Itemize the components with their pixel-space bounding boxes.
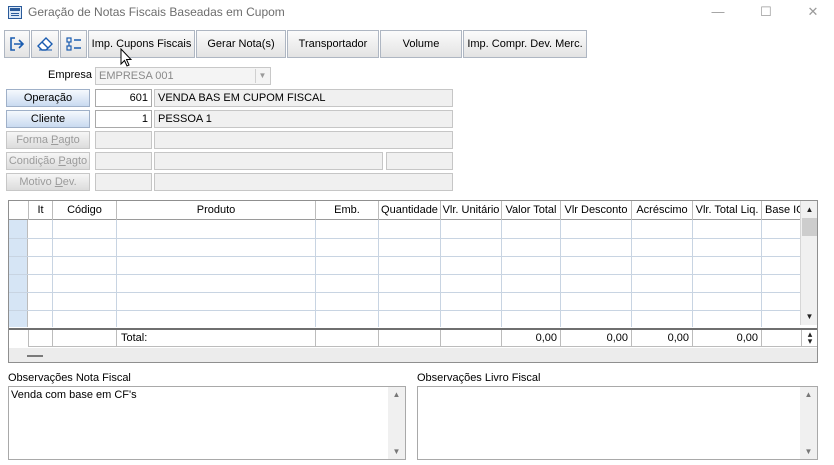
close-button[interactable]: ✕ <box>795 2 831 24</box>
column-header-produto[interactable]: Produto <box>117 201 316 220</box>
observacoes-nota-fiscal-textarea[interactable]: Venda com base em CF's ▲ ▼ <box>8 386 406 460</box>
exit-button[interactable] <box>4 30 30 58</box>
operacao-button[interactable]: Operação <box>6 89 90 107</box>
forma-pagto-description-field <box>154 131 453 149</box>
grid-vertical-scrollbar[interactable]: ▲ ▼ <box>800 201 817 325</box>
volume-button[interactable]: Volume <box>380 30 462 58</box>
scroll-up-icon[interactable]: ▲ <box>388 390 405 399</box>
cliente-code-field[interactable]: 1 <box>95 110 152 128</box>
exit-icon <box>10 37 25 51</box>
window-title: Geração de Notas Fiscais Baseadas em Cup… <box>28 5 285 19</box>
condicao-pagto-description-field <box>154 152 383 170</box>
empresa-value: EMPRESA 001 <box>99 70 174 82</box>
motivo-dev-button: Motivo Dev. <box>6 173 90 191</box>
condicao-pagto-extra-field <box>386 152 453 170</box>
totals-vlr-unitario-cell <box>441 330 502 347</box>
table-row[interactable] <box>9 310 801 311</box>
memo-scrollbar[interactable]: ▲ ▼ <box>388 387 405 459</box>
column-header-acrescimo[interactable]: Acréscimo <box>632 201 693 220</box>
condicao-pagto-code-field <box>95 152 152 170</box>
condicao-pagto-button: Condição Pagto <box>6 152 90 170</box>
totals-vlr-total-liq: 0,00 <box>693 330 762 347</box>
totals-codigo-cell <box>53 330 117 347</box>
memo-scrollbar[interactable]: ▲ ▼ <box>800 387 817 459</box>
clear-button[interactable] <box>31 30 59 58</box>
scroll-down-icon[interactable]: ▼ <box>388 447 405 456</box>
scroll-up-icon[interactable]: ▲ <box>802 202 817 217</box>
table-row[interactable] <box>9 238 801 239</box>
empresa-select[interactable]: EMPRESA 001 ▼ <box>95 67 271 85</box>
table-row[interactable] <box>9 274 801 275</box>
operacao-code-field[interactable]: 601 <box>95 89 152 107</box>
column-header-emb[interactable]: Emb. <box>316 201 379 220</box>
scrollbar-thumb[interactable] <box>802 218 817 236</box>
grid-header: It Código Produto Emb. Quantidade Vlr. U… <box>9 201 802 220</box>
observacoes-nota-fiscal-text: Venda com base em CF's <box>11 389 137 401</box>
totals-emb-cell <box>316 330 379 347</box>
tree-view-button[interactable] <box>60 30 87 58</box>
forma-pagto-code-field <box>95 131 152 149</box>
cliente-button[interactable]: Cliente <box>6 110 90 128</box>
scroll-down-icon[interactable]: ▼ <box>802 309 817 324</box>
chevron-down-icon[interactable]: ▼ <box>255 69 269 83</box>
observacoes-nota-fiscal-label: Observações Nota Fiscal <box>8 372 131 384</box>
observacoes-livro-fiscal-label: Observações Livro Fiscal <box>417 372 541 384</box>
motivo-dev-code-field <box>95 173 152 191</box>
totals-acrescimo: 0,00 <box>632 330 693 347</box>
import-cupons-button[interactable]: Imp. Cupons Fiscais <box>88 30 195 58</box>
grid-header-indicator <box>9 201 29 220</box>
table-row[interactable] <box>9 256 801 257</box>
observacoes-livro-fiscal-textarea[interactable]: ▲ ▼ <box>417 386 818 460</box>
tree-icon <box>65 37 81 51</box>
totals-valor-total: 0,00 <box>502 330 561 347</box>
items-grid[interactable]: It Código Produto Emb. Quantidade Vlr. U… <box>8 200 818 363</box>
title-bar: Geração de Notas Fiscais Baseadas em Cup… <box>0 0 834 28</box>
mouse-cursor-icon <box>120 48 132 67</box>
scroll-up-icon[interactable]: ▲ <box>800 390 817 399</box>
column-header-vlr-desconto[interactable]: Vlr Desconto <box>561 201 632 220</box>
table-row[interactable] <box>9 292 801 293</box>
column-header-quantidade[interactable]: Quantidade <box>379 201 441 220</box>
motivo-dev-description-field <box>154 173 453 191</box>
column-header-vlr-unitario[interactable]: Vlr. Unitário <box>441 201 502 220</box>
totals-it-cell <box>29 330 53 347</box>
grid-horizontal-scrollbar[interactable] <box>9 348 817 362</box>
gerar-notas-button[interactable]: Gerar Nota(s) <box>196 30 286 58</box>
column-header-it[interactable]: It <box>29 201 53 220</box>
transportador-button[interactable]: Transportador <box>287 30 379 58</box>
column-header-valor-total[interactable]: Valor Total <box>502 201 561 220</box>
totals-scroll-icon[interactable]: ▴ ▾ <box>802 330 817 346</box>
app-icon <box>8 6 22 19</box>
minimize-button[interactable]: — <box>700 2 736 24</box>
totals-indicator <box>9 330 29 347</box>
totals-quantidade-cell <box>379 330 441 347</box>
cliente-description-field: PESSOA 1 <box>154 110 453 128</box>
column-header-codigo[interactable]: Código <box>53 201 117 220</box>
scroll-down-icon[interactable]: ▼ <box>800 447 817 456</box>
maximize-button[interactable]: ☐ <box>748 2 784 24</box>
totals-row: Total: 0,00 0,00 0,00 0,00 ▴ ▾ <box>9 328 817 347</box>
column-header-base-icms[interactable]: Base IC <box>762 201 802 220</box>
scroll-grip-icon[interactable] <box>27 355 43 357</box>
empresa-label: Empresa <box>48 69 93 81</box>
totals-vlr-desconto: 0,00 <box>561 330 632 347</box>
totals-base-icms-cell <box>762 330 802 347</box>
forma-pagto-button: Forma Pagto <box>6 131 90 149</box>
column-header-vlr-total-liq[interactable]: Vlr. Total Liq. <box>693 201 762 220</box>
eraser-icon <box>37 37 53 51</box>
totals-label: Total: <box>117 330 316 347</box>
operacao-description-field: VENDA BAS EM CUPOM FISCAL <box>154 89 453 107</box>
import-comprovante-devolucao-button[interactable]: Imp. Compr. Dev. Merc. <box>463 30 587 58</box>
